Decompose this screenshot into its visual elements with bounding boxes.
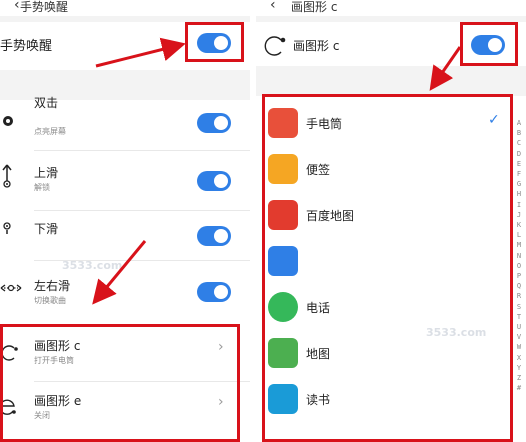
alphabet-letter[interactable]: N — [514, 251, 524, 261]
swipe-left-right-icon — [0, 284, 22, 292]
alphabet-letter[interactable]: J — [514, 210, 524, 220]
alphabet-letter[interactable]: O — [514, 261, 524, 271]
gesture-subtitle: 点亮屏幕 — [34, 127, 66, 136]
alphabet-letter[interactable]: Z — [514, 373, 524, 383]
gesture-wake-master-label: 手势唤醒 — [0, 39, 53, 54]
top-bar: ‹ 画图形 c — [256, 0, 526, 16]
top-bar: ‹ 手势唤醒 — [0, 0, 250, 16]
alphabet-letter[interactable]: C — [514, 138, 524, 148]
alphabet-letter[interactable]: L — [514, 230, 524, 240]
alphabet-letter[interactable]: I — [514, 200, 524, 210]
alphabet-letter[interactable]: S — [514, 302, 524, 312]
alphabet-letter[interactable]: T — [514, 312, 524, 322]
alphabet-index[interactable]: A B C D E F G H I J K L M N O P Q R S T U V W X Y Z # — [514, 118, 524, 393]
gesture-title: 双击 — [34, 96, 59, 110]
shape-c-settings-screen: ‹ 画图形 c 画图形 c 手电筒 ✓ 便签 百度地图 电话 地图 读书 ABCDEFGHI… — [256, 0, 526, 442]
swipe-up-icon — [2, 164, 12, 188]
swipe-up-toggle[interactable] — [197, 171, 231, 191]
alphabet-letter[interactable]: X — [514, 353, 524, 363]
alphabet-letter[interactable]: K — [514, 220, 524, 230]
watermark: 3533.com — [62, 259, 123, 272]
alphabet-letter[interactable]: P — [514, 271, 524, 281]
alphabet-letter[interactable]: A — [514, 118, 524, 128]
page-title: 画图形 c — [291, 0, 338, 14]
highlight-master-toggle — [185, 22, 244, 62]
gesture-title: 下滑 — [34, 222, 59, 236]
gesture-subtitle: 解锁 — [34, 183, 50, 192]
back-arrow-icon[interactable]: ‹ — [270, 0, 276, 13]
alphabet-letter[interactable]: W — [514, 342, 524, 352]
gesture-subtitle: 切换歌曲 — [34, 296, 66, 305]
alphabet-letter[interactable]: M — [514, 240, 524, 250]
alphabet-letter[interactable]: H — [514, 189, 524, 199]
double-tap-icon — [3, 116, 13, 126]
swipe-down-toggle[interactable] — [197, 226, 231, 246]
alphabet-letter[interactable]: U — [514, 322, 524, 332]
alphabet-letter[interactable]: # — [514, 383, 524, 393]
alphabet-letter[interactable]: V — [514, 332, 524, 342]
double-tap-toggle[interactable] — [197, 113, 231, 133]
alphabet-letter[interactable]: Q — [514, 281, 524, 291]
shape-c-label: 画图形 c — [293, 39, 340, 53]
alphabet-letter[interactable]: B — [514, 128, 524, 138]
alphabet-letter[interactable]: Y — [514, 363, 524, 373]
alphabet-letter[interactable]: D — [514, 149, 524, 159]
highlight-shape-list — [0, 324, 240, 442]
gesture-title: 左右滑 — [34, 279, 71, 293]
swipe-down-icon — [3, 222, 11, 234]
gesture-list: 双击 点亮屏幕 上滑 解锁 下滑 左右滑 切换歌曲 — [0, 96, 250, 345]
highlight-shape-c-toggle — [460, 22, 518, 66]
back-arrow-icon[interactable]: ‹ — [14, 0, 20, 13]
highlight-app-list — [262, 94, 513, 442]
alphabet-letter[interactable]: F — [514, 169, 524, 179]
shape-c-icon — [264, 36, 286, 56]
alphabet-letter[interactable]: E — [514, 159, 524, 169]
gesture-title: 上滑 — [34, 166, 59, 180]
gesture-wake-screen: ‹ 手势唤醒 手势唤醒 双击 点亮屏幕 上滑 解锁 下滑 左右滑 切换歌曲 画图… — [0, 0, 250, 442]
swipe-left-right-toggle[interactable] — [197, 282, 231, 302]
alphabet-letter[interactable]: R — [514, 291, 524, 301]
page-title: 手势唤醒 — [20, 0, 69, 14]
alphabet-letter[interactable]: G — [514, 179, 524, 189]
